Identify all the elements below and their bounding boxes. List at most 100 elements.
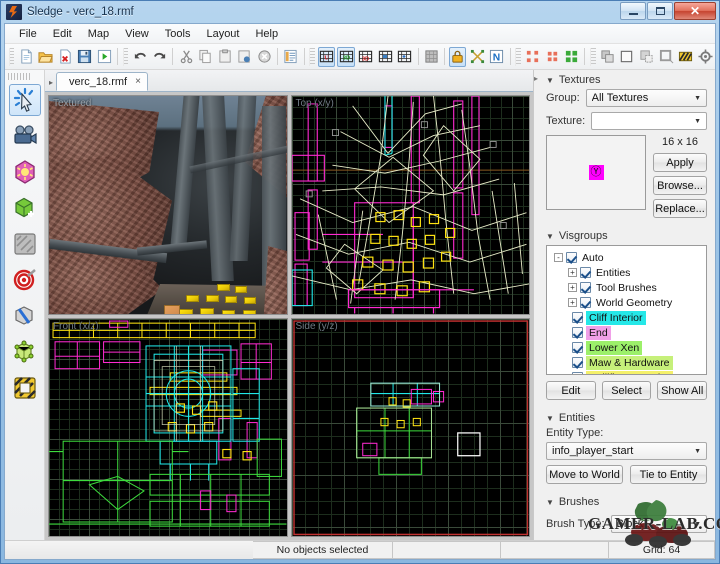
toggle-texture-scaling-lock-icon[interactable]: 3D xyxy=(337,46,355,67)
brush-tool[interactable] xyxy=(9,192,41,224)
visgroup-checkbox[interactable] xyxy=(572,312,583,323)
toolbar-grip-4[interactable] xyxy=(515,47,521,66)
document-tab[interactable]: verc_18.rmf × xyxy=(56,72,148,91)
visgroup-checkbox[interactable] xyxy=(566,252,577,263)
viewport-top[interactable]: Top (x/y) xyxy=(290,95,530,315)
close-file-icon[interactable] xyxy=(56,47,74,67)
toolbar-grip-3[interactable] xyxy=(309,47,315,66)
viewport-side[interactable]: Side (y/z) xyxy=(290,317,530,537)
visgroup-checkbox[interactable] xyxy=(580,297,591,308)
carve-icon[interactable] xyxy=(638,47,656,67)
visgroup-row[interactable]: Cliff Interior xyxy=(550,310,703,325)
copy-icon[interactable] xyxy=(197,47,215,67)
apply-texture-button[interactable]: Apply xyxy=(653,153,707,172)
snap-to-grid-icon[interactable] xyxy=(422,47,440,67)
grid-smaller-icon[interactable] xyxy=(524,47,542,67)
visgroup-row[interactable]: Lower Xen xyxy=(550,340,703,355)
visgroup-edit-button[interactable]: Edit xyxy=(546,381,596,400)
new-file-icon[interactable] xyxy=(17,47,35,67)
texture-application-icon[interactable] xyxy=(677,47,695,67)
entities-section-header[interactable]: ▼ Entities xyxy=(538,408,713,427)
tree-expander-icon[interactable]: + xyxy=(568,268,577,277)
texture-name-select[interactable]: ▼ xyxy=(591,112,707,130)
hollow-icon[interactable] xyxy=(657,47,675,67)
visgroup-row[interactable]: + Tool Brushes xyxy=(550,280,703,295)
entity-type-select[interactable]: info_player_start ▼ xyxy=(546,442,707,460)
grid-default-icon[interactable] xyxy=(543,47,561,67)
cordon-tool[interactable] xyxy=(9,372,41,404)
viewport-3d-textured[interactable]: Textured xyxy=(48,95,288,315)
browse-textures-button[interactable]: Browse... xyxy=(653,176,707,195)
textures-section-header[interactable]: ▼ Textures xyxy=(538,70,713,89)
vertex-tool[interactable] xyxy=(9,336,41,368)
undo-icon[interactable] xyxy=(131,47,149,67)
paste-special-icon[interactable] xyxy=(236,47,254,67)
visgroup-checkbox[interactable] xyxy=(572,357,583,368)
toggle-cordon-icon[interactable] xyxy=(448,46,467,67)
paste-icon[interactable] xyxy=(216,47,234,67)
show-hidden-icon[interactable] xyxy=(396,47,414,67)
redo-icon[interactable] xyxy=(151,47,169,67)
visgroup-checkbox[interactable] xyxy=(572,372,583,374)
menu-help[interactable]: Help xyxy=(247,26,286,42)
visgroup-row[interactable]: Nullifier & Interior xyxy=(550,370,703,374)
toggle-texture-lock-icon[interactable]: U xyxy=(317,46,336,67)
brush-type-select[interactable]: Block ▼ xyxy=(610,515,707,533)
visgroups-tree[interactable]: - Auto + Entities + Tool Brushes + World… xyxy=(546,245,707,375)
camera-tool[interactable] xyxy=(9,120,41,152)
texture-tool[interactable] xyxy=(9,228,41,260)
tie-to-entity-button[interactable]: Tie to Entity xyxy=(630,465,707,484)
texture-group-select[interactable]: All Textures ▼ xyxy=(585,89,707,107)
visgroups-section-header[interactable]: ▼ Visgroups xyxy=(538,226,713,245)
visgroup-show-all-button[interactable]: Show All xyxy=(657,381,708,400)
visgroup-row[interactable]: End xyxy=(550,325,703,340)
hide-selected-icon[interactable] xyxy=(376,47,394,67)
toolbar-grip[interactable] xyxy=(9,47,15,66)
cut-icon[interactable] xyxy=(177,47,195,67)
ungroup-icon[interactable] xyxy=(618,47,636,67)
visgroup-row[interactable]: - Auto xyxy=(550,250,703,265)
options-gear-icon[interactable] xyxy=(696,47,714,67)
viewport-front[interactable]: Front (x/z) xyxy=(48,317,288,537)
toolbar-grip-2[interactable] xyxy=(123,47,129,66)
move-to-world-button[interactable]: Move to World xyxy=(546,465,623,484)
panel-collapse-icon[interactable]: ▸ xyxy=(534,74,538,83)
group-icon[interactable] xyxy=(599,47,617,67)
close-button[interactable]: ✕ xyxy=(674,2,716,20)
save-file-icon[interactable] xyxy=(76,47,94,67)
tree-expander-icon[interactable]: + xyxy=(568,283,577,292)
close-icon[interactable]: × xyxy=(135,76,141,87)
menu-edit[interactable]: Edit xyxy=(45,26,80,42)
visgroup-checkbox[interactable] xyxy=(572,342,583,353)
menu-layout[interactable]: Layout xyxy=(198,26,247,42)
open-folder-icon[interactable] xyxy=(37,47,55,67)
object-properties-icon[interactable] xyxy=(282,47,300,67)
visgroup-select-button[interactable]: Select xyxy=(601,381,652,400)
visgroup-row[interactable]: + Entities xyxy=(550,265,703,280)
toggle-select-mode-icon[interactable] xyxy=(468,47,486,67)
decal-tool[interactable] xyxy=(9,264,41,296)
toggle-null-texture-icon[interactable]: N xyxy=(488,47,506,67)
tree-expander-icon[interactable]: - xyxy=(554,253,563,262)
minimize-button[interactable] xyxy=(620,2,646,20)
toolbar-grip-5[interactable] xyxy=(590,47,596,66)
entity-tool[interactable] xyxy=(9,156,41,188)
maximize-button[interactable] xyxy=(647,2,673,20)
grid-larger-icon[interactable] xyxy=(563,47,581,67)
delete-icon[interactable] xyxy=(256,47,274,67)
rail-grip[interactable] xyxy=(8,73,30,80)
toggle-3d-grid-icon[interactable]: 3D xyxy=(357,47,375,67)
visgroup-checkbox[interactable] xyxy=(580,267,591,278)
menu-map[interactable]: Map xyxy=(80,26,117,42)
visgroup-row[interactable]: + World Geometry xyxy=(550,295,703,310)
visgroup-checkbox[interactable] xyxy=(572,327,583,338)
menu-tools[interactable]: Tools xyxy=(157,26,199,42)
visgroup-row[interactable]: Maw & Hardware xyxy=(550,355,703,370)
texture-preview[interactable]: Ⓨ xyxy=(546,135,646,210)
tree-expander-icon[interactable]: + xyxy=(568,298,577,307)
select-tool[interactable] xyxy=(8,84,41,116)
visgroup-checkbox[interactable] xyxy=(580,282,591,293)
brushes-section-header[interactable]: ▼ Brushes xyxy=(538,492,713,511)
run-map-icon[interactable] xyxy=(96,47,114,67)
clip-tool[interactable] xyxy=(9,300,41,332)
